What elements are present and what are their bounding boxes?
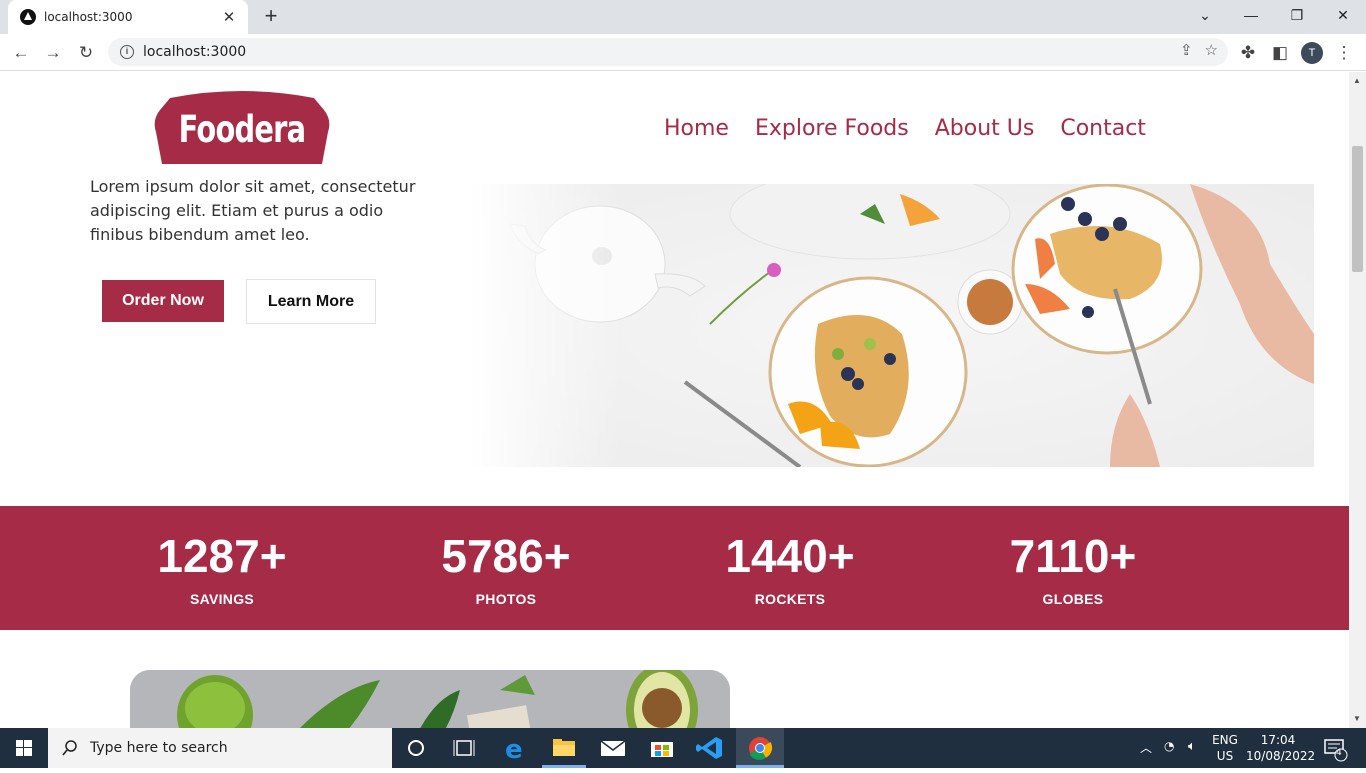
nextjs-favicon-icon	[20, 9, 36, 25]
side-panel-icon[interactable]: ◧	[1266, 39, 1294, 67]
stat-number: 5786+	[441, 530, 571, 582]
foodera-logo[interactable]: Foodera	[152, 90, 332, 164]
page-scrollbar[interactable]: ▲ ▼	[1349, 72, 1366, 728]
show-hidden-icons-icon[interactable]: ︿	[1140, 739, 1152, 756]
clock-date: 10/08/2022	[1246, 749, 1316, 763]
close-tab-icon[interactable]: ✕	[220, 8, 238, 26]
stats-band: 1287+ SAVINGS 5786+ PHOTOS 1440+ ROCKETS…	[0, 506, 1349, 630]
hero-food-image	[470, 184, 1314, 467]
reload-icon[interactable]: ↻	[72, 39, 100, 67]
lang-code: ENG	[1212, 733, 1238, 747]
edge-icon[interactable]: e	[492, 728, 540, 768]
file-explorer-icon[interactable]	[540, 728, 588, 768]
profile-avatar[interactable]: T	[1301, 42, 1323, 64]
search-placeholder: Type here to search	[90, 740, 228, 756]
logo-text: Foodera	[178, 108, 306, 151]
address-bar[interactable]: i localhost:3000 ⇪ ☆	[108, 38, 1228, 66]
scroll-down-icon[interactable]: ▼	[1353, 714, 1361, 723]
chrome-taskbar-icon[interactable]	[736, 728, 784, 768]
menu-kebab-icon[interactable]: ⋮	[1330, 39, 1358, 67]
tab-title: localhost:3000	[44, 10, 133, 24]
page-viewport: Foodera Home Explore Foods About Us Cont…	[0, 72, 1349, 728]
windows-taskbar: Type here to search e ︿ ◔ 🔈︎ ENG US 17:0…	[0, 728, 1366, 768]
nav-contact[interactable]: Contact	[1060, 116, 1146, 141]
tab-search-icon[interactable]: ⌄	[1182, 0, 1228, 30]
stat-label: SAVINGS	[189, 591, 255, 607]
share-icon[interactable]: ⇪	[1180, 41, 1193, 59]
browser-tab[interactable]: localhost:3000 ✕	[8, 0, 248, 34]
browser-toolbar: ← → ↻ i localhost:3000 ⇪ ☆ ✤ ◧ T ⋮	[0, 34, 1366, 71]
clock[interactable]: 17:04 10/08/2022	[1246, 732, 1316, 772]
tab-strip: localhost:3000 ✕ + ⌄ — ❐ ✕	[0, 0, 1366, 34]
close-window-button[interactable]: ✕	[1320, 0, 1366, 30]
network-icon[interactable]: ◔	[1164, 739, 1174, 753]
lang-region: US	[1216, 749, 1234, 763]
vscode-icon[interactable]	[686, 728, 734, 768]
store-icon[interactable]	[638, 728, 686, 768]
stat-rockets: 1440+ ROCKETS	[670, 528, 910, 607]
main-nav: Home Explore Foods About Us Contact	[664, 116, 1146, 141]
ingredients-image	[130, 670, 730, 728]
url-text[interactable]: localhost:3000	[143, 44, 246, 60]
minimize-button[interactable]: —	[1228, 0, 1274, 30]
stat-number: 1287+	[157, 530, 287, 582]
notification-count: 4	[1336, 748, 1342, 758]
svg-text:e: e	[505, 735, 523, 765]
stat-number: 1440+	[725, 530, 855, 582]
stat-label: PHOTOS	[475, 591, 537, 607]
bookmark-star-icon[interactable]: ☆	[1205, 41, 1218, 59]
taskbar-search[interactable]: Type here to search	[48, 728, 392, 768]
learn-more-button[interactable]: Learn More	[246, 279, 376, 324]
language-indicator[interactable]: ENG US	[1210, 732, 1240, 772]
nav-explore-foods[interactable]: Explore Foods	[755, 116, 909, 141]
stat-label: GLOBES	[1042, 591, 1104, 607]
stat-globes: 7110+ GLOBES	[953, 528, 1193, 607]
stat-label: ROCKETS	[754, 591, 826, 607]
new-tab-button[interactable]: +	[258, 4, 284, 30]
nav-home[interactable]: Home	[664, 116, 729, 141]
start-button[interactable]	[0, 728, 48, 768]
site-info-icon[interactable]: i	[120, 45, 134, 59]
scroll-thumb[interactable]	[1352, 146, 1363, 272]
back-icon[interactable]: ←	[7, 39, 35, 67]
stat-number: 7110+	[1009, 530, 1137, 582]
system-tray: ︿ ◔ 🔈︎	[1138, 728, 1214, 768]
hero-description: Lorem ipsum dolor sit amet, consectetur …	[90, 166, 450, 247]
order-now-button[interactable]: Order Now	[102, 280, 224, 322]
forward-icon[interactable]: →	[39, 39, 67, 67]
cortana-icon[interactable]	[392, 728, 440, 768]
scroll-up-icon[interactable]: ▲	[1353, 76, 1361, 85]
stat-photos: 5786+ PHOTOS	[386, 528, 626, 607]
stat-savings: 1287+ SAVINGS	[102, 528, 342, 607]
windows-logo-icon	[16, 740, 32, 756]
mail-icon[interactable]	[589, 728, 637, 768]
notification-center[interactable]: 4	[1322, 728, 1352, 768]
hero-description-text: Lorem ipsum dolor sit amet, consectetur …	[90, 177, 416, 244]
volume-icon[interactable]: 🔈︎	[1188, 739, 1196, 754]
clock-time: 17:04	[1260, 733, 1296, 747]
task-view-icon[interactable]	[440, 728, 488, 768]
search-icon	[62, 740, 77, 756]
extensions-icon[interactable]: ✤	[1234, 39, 1262, 67]
restore-button[interactable]: ❐	[1274, 0, 1320, 30]
nav-about-us[interactable]: About Us	[935, 116, 1035, 141]
